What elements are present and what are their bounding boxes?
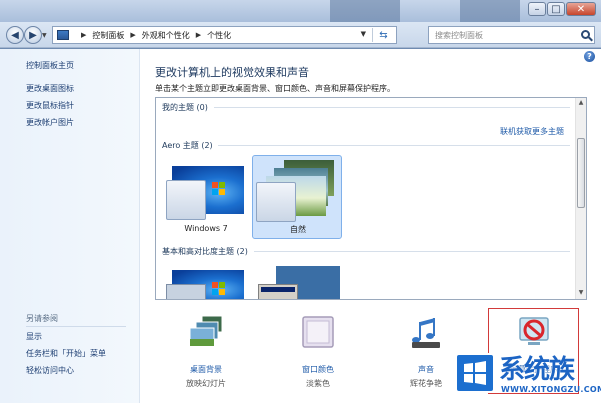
window-color-value: 淡紫色 — [306, 379, 330, 388]
search-placeholder: 搜索控制面板 — [435, 30, 483, 40]
desktop-background-label[interactable]: 桌面背景 — [158, 364, 254, 375]
search-input[interactable]: 搜索控制面板 — [428, 26, 595, 44]
forward-button[interactable]: ▶ — [24, 26, 42, 44]
title-bar-preview — [261, 287, 295, 292]
theme-label: 自然 — [290, 225, 306, 234]
theme-list[interactable]: 我的主题 (0) 联机获取更多主题 Aero 主题 (2) Windows 7 … — [155, 97, 587, 300]
page-title: 更改计算机上的视觉效果和声音 — [155, 66, 309, 79]
windows-logo-icon — [464, 361, 486, 385]
back-button[interactable]: ◀ — [6, 26, 24, 44]
group-header-my-themes[interactable]: 我的主题 (0) — [162, 102, 208, 113]
window-color-option[interactable]: 窗口颜色 淡紫色 — [270, 312, 366, 388]
breadcrumb[interactable]: ▶ 控制面板 ▶ 外观和个性化 ▶ 个性化 ▼ ⇆ — [52, 26, 397, 44]
divider — [26, 326, 126, 327]
address-bar: ◀ ▶ ▼ ▶ 控制面板 ▶ 外观和个性化 ▶ 个性化 ▼ ⇆ 搜索控制面板 — [0, 22, 601, 48]
search-icon[interactable] — [581, 30, 590, 39]
theme-windows-7-basic[interactable] — [162, 262, 250, 299]
display-link[interactable]: 显示 — [26, 331, 42, 342]
control-panel-icon — [57, 30, 69, 40]
theme-windows-7[interactable]: Windows 7 — [162, 158, 250, 234]
watermark-text: 系统族 — [499, 355, 575, 385]
theme-list-scrollbar[interactable]: ▲ ▼ — [575, 98, 586, 299]
chevron-right-icon[interactable]: ▶ — [130, 31, 135, 39]
watermark-url: WWW.XITONGZU.COM — [501, 385, 601, 394]
recent-pages-dropdown-icon[interactable]: ▼ — [42, 32, 47, 39]
chevron-down-icon[interactable]: ▼ — [361, 30, 366, 38]
windows-logo-icon — [212, 182, 226, 196]
task-pane: 控制面板主页 更改桌面图标 更改鼠标指针 更改帐户图片 另请参阅 显示 任务栏和… — [0, 49, 140, 403]
help-icon[interactable]: ? — [584, 51, 595, 62]
taskbar-start-menu-link[interactable]: 任务栏和「开始」菜单 — [26, 348, 106, 359]
group-header-aero[interactable]: Aero 主题 (2) — [162, 140, 213, 151]
get-more-themes-online-link[interactable]: 联机获取更多主题 — [500, 126, 564, 137]
ease-of-access-link[interactable]: 轻松访问中心 — [26, 365, 74, 376]
theme-label: Windows 7 — [184, 224, 228, 233]
glass-reflection — [460, 0, 520, 22]
divider — [254, 251, 570, 252]
chevron-right-icon[interactable]: ▶ — [81, 31, 86, 39]
maximize-button[interactable]: □ — [547, 2, 565, 16]
change-mouse-pointer-link[interactable]: 更改鼠标指针 — [26, 100, 74, 111]
refresh-icon[interactable]: ⇆ — [372, 28, 394, 42]
breadcrumb-item[interactable]: 个性化 — [207, 30, 231, 41]
group-header-basic[interactable]: 基本和高对比度主题 (2) — [162, 246, 248, 257]
see-also-heading: 另请参阅 — [26, 314, 58, 323]
window-color-preview — [166, 284, 206, 299]
desktop-background-value: 放映幻灯片 — [186, 379, 226, 388]
page-subtitle: 单击某个主题立即更改桌面背景、窗口颜色、声音和屏幕保护程序。 — [155, 84, 395, 93]
chevron-right-icon[interactable]: ▶ — [196, 31, 201, 39]
window-color-label[interactable]: 窗口颜色 — [270, 364, 366, 375]
watermark-windows-logo-icon — [455, 353, 495, 393]
control-panel-home-link[interactable]: 控制面板主页 — [26, 60, 74, 71]
divider — [214, 107, 570, 108]
desktop-background-icon — [189, 315, 223, 347]
close-button[interactable]: ✕ — [566, 2, 596, 16]
window-color-preview — [258, 284, 298, 299]
desktop-background-option[interactable]: 桌面背景 放映幻灯片 — [158, 312, 254, 388]
theme-nature[interactable]: 自然 — [254, 158, 342, 234]
breadcrumb-item[interactable]: 外观和个性化 — [142, 30, 190, 41]
theme-windows-classic[interactable] — [254, 262, 342, 299]
site-watermark: 系统族 WWW.XITONGZU.COM — [455, 345, 601, 403]
window-color-preview — [256, 182, 296, 222]
change-account-picture-link[interactable]: 更改帐户图片 — [26, 117, 74, 128]
divider — [218, 145, 570, 146]
window-titlebar: – □ ✕ — [0, 0, 601, 22]
glass-reflection — [330, 0, 400, 22]
minimize-button[interactable]: – — [528, 2, 546, 16]
windows-logo-icon — [212, 282, 226, 296]
scroll-up-icon[interactable]: ▲ — [577, 99, 585, 107]
sound-notes-icon — [412, 318, 440, 348]
scroll-down-icon[interactable]: ▼ — [577, 289, 585, 297]
window-color-preview — [166, 180, 206, 220]
window-color-icon — [302, 316, 334, 348]
breadcrumb-item[interactable]: 控制面板 — [92, 30, 124, 41]
scroll-thumb[interactable] — [577, 138, 585, 208]
change-desktop-icons-link[interactable]: 更改桌面图标 — [26, 83, 74, 94]
